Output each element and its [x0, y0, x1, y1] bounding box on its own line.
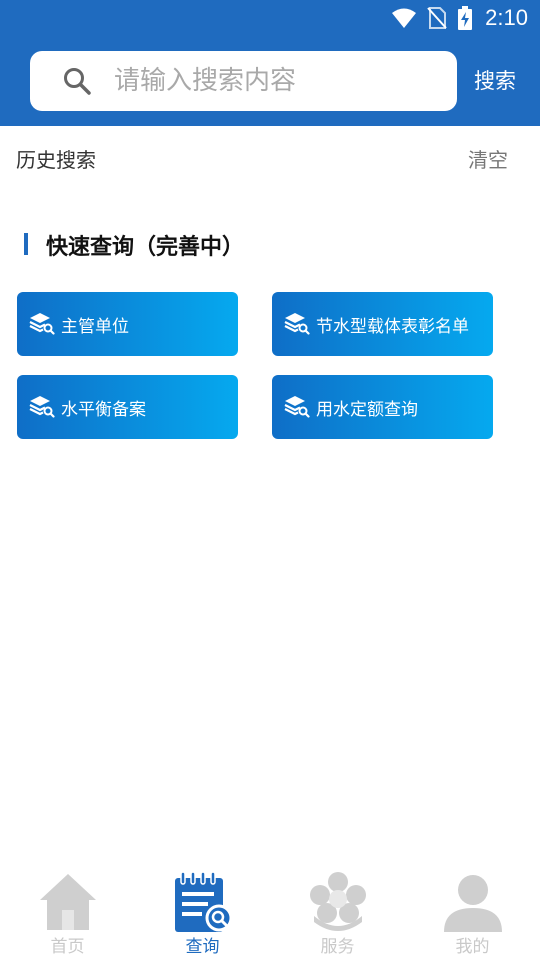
tab-label: 我的	[455, 937, 490, 957]
tab-label: 服务	[320, 937, 355, 957]
layers-search-icon	[29, 396, 55, 418]
section-accent-bar	[24, 233, 28, 255]
quick-button-water-quota[interactable]: 用水定额查询	[272, 375, 493, 439]
home-icon	[40, 874, 96, 930]
quick-button-label: 用水定额查询	[316, 399, 418, 420]
flower-icon	[310, 872, 366, 931]
tab-mine[interactable]: 我的	[405, 862, 540, 960]
quick-button-commendation-list[interactable]: 节水型载体表彰名单	[272, 292, 493, 356]
quick-button-label: 节水型载体表彰名单	[316, 316, 469, 337]
app-header: 2:10 搜索	[0, 0, 540, 126]
tab-service[interactable]: 服务	[270, 862, 405, 960]
tab-home[interactable]: 首页	[0, 862, 135, 960]
person-icon	[444, 875, 502, 932]
notepad-search-icon	[175, 871, 233, 932]
quick-query-title: 快速查询（完善中）	[46, 235, 245, 260]
battery-charging-icon	[458, 6, 473, 30]
history-section: 历史搜索 清空	[0, 126, 540, 188]
quick-button-authority[interactable]: 主管单位	[17, 292, 238, 356]
search-input[interactable]	[114, 61, 434, 101]
search-button[interactable]: 搜索	[470, 64, 520, 98]
layers-search-icon	[284, 396, 310, 418]
quick-button-water-balance[interactable]: 水平衡备案	[17, 375, 238, 439]
tab-query[interactable]: 查询	[135, 862, 270, 960]
layers-search-icon	[29, 313, 55, 335]
layers-search-icon	[284, 313, 310, 335]
wifi-icon	[392, 8, 417, 28]
no-sim-icon	[427, 7, 447, 29]
history-title: 历史搜索	[16, 148, 96, 172]
quick-button-label: 水平衡备案	[61, 399, 146, 420]
quick-button-label: 主管单位	[61, 316, 129, 337]
bottom-tab-bar: 首页 查询 服务 我的	[0, 862, 540, 960]
status-time: 2:10	[485, 5, 528, 30]
search-box[interactable]	[30, 51, 457, 111]
tab-label: 首页	[50, 937, 85, 957]
tab-label: 查询	[185, 937, 220, 957]
search-icon	[64, 68, 91, 95]
clear-history-button[interactable]: 清空	[468, 144, 508, 173]
status-icons: 2:10	[391, 4, 528, 32]
status-bar: 2:10	[0, 0, 540, 36]
